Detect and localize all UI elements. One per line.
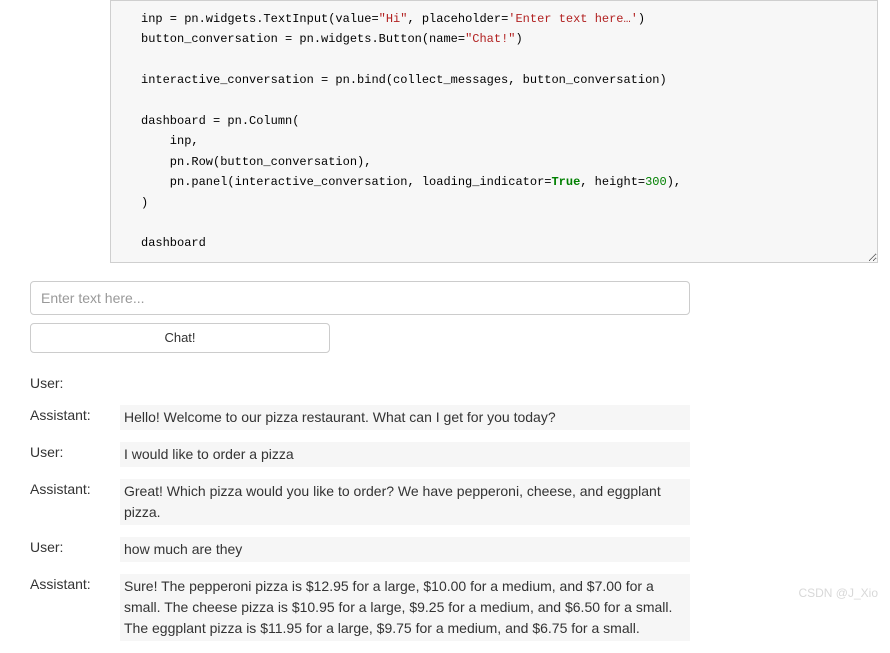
conversation-row: Assistant: Hello! Welcome to our pizza r… xyxy=(30,405,860,430)
message-text xyxy=(120,373,130,391)
role-label: Assistant: xyxy=(30,405,120,425)
message-text: I would like to order a pizza xyxy=(120,442,690,467)
message-text: Great! Which pizza would you like to ord… xyxy=(120,479,690,525)
role-label: User: xyxy=(30,373,120,393)
conversation-row: User: I would like to order a pizza xyxy=(30,442,860,467)
conversation-row: User: xyxy=(30,373,860,393)
role-label: User: xyxy=(30,442,120,462)
code-cell[interactable]: inp = pn.widgets.TextInput(value="Hi", p… xyxy=(110,0,878,263)
conversation-row: User: how much are they xyxy=(30,537,860,562)
message-text: Hello! Welcome to our pizza restaurant. … xyxy=(120,405,690,430)
dashboard-panel: Chat! User: Assistant: Hello! Welcome to… xyxy=(30,281,860,641)
message-text: Sure! The pepperoni pizza is $12.95 for … xyxy=(120,574,690,641)
role-label: User: xyxy=(30,537,120,557)
watermark: CSDN @J_Xio xyxy=(798,586,878,600)
conversation-row: Assistant: Great! Which pizza would you … xyxy=(30,479,860,525)
chat-button[interactable]: Chat! xyxy=(30,323,330,353)
message-text: how much are they xyxy=(120,537,690,562)
conversation-panel: User: Assistant: Hello! Welcome to our p… xyxy=(30,373,860,641)
text-input[interactable] xyxy=(30,281,690,315)
role-label: Assistant: xyxy=(30,574,120,594)
role-label: Assistant: xyxy=(30,479,120,499)
conversation-row: Assistant: Sure! The pepperoni pizza is … xyxy=(30,574,860,641)
